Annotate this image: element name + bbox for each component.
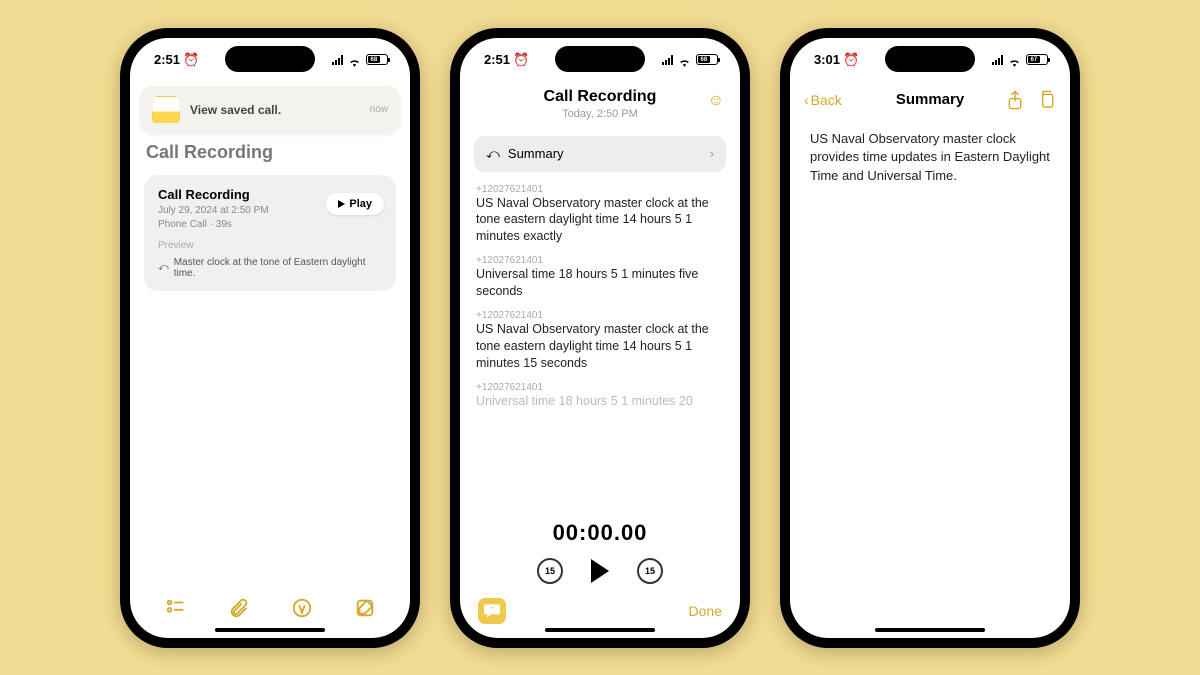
phone-summary: 3:01 ⏰ 67 ‹ Back Summary US Naval Observ… — [780, 28, 1080, 648]
transcript-entry: +12027621401 US Naval Observatory master… — [476, 310, 724, 372]
notification-title: View saved call. — [190, 103, 281, 117]
quote-button[interactable]: " — [478, 598, 506, 624]
signal-icon — [332, 55, 343, 65]
transcript-text: Universal time 18 hours 5 1 minutes 20 — [476, 393, 724, 410]
transcript-list[interactable]: +12027621401 US Naval Observatory master… — [460, 178, 740, 512]
play-icon — [338, 200, 345, 208]
playback-time: 00:00.00 — [460, 520, 740, 546]
summary-body: US Naval Observatory master clock provid… — [790, 116, 1070, 201]
dynamic-island — [555, 46, 645, 72]
notification-time: now — [370, 104, 388, 115]
transcript-text: US Naval Observatory master clock at the… — [476, 321, 724, 372]
recording-title: Call Recording — [476, 88, 724, 106]
wifi-icon — [348, 55, 361, 65]
battery-icon: 68 — [696, 54, 718, 65]
battery-icon: 68 — [366, 54, 388, 65]
transcript-text: US Naval Observatory master clock at the… — [476, 195, 724, 246]
recording-card[interactable]: Call Recording July 29, 2024 at 2:50 PM … — [144, 175, 396, 291]
status-time: 2:51 — [484, 52, 510, 67]
markup-icon[interactable] — [291, 597, 313, 619]
play-button[interactable] — [591, 559, 609, 583]
caller-number: +12027621401 — [476, 382, 724, 393]
skip-back-button[interactable]: 15 — [537, 558, 563, 584]
transcript-text: Universal time 18 hours 5 1 minutes five… — [476, 266, 724, 300]
transcript-entry: +12027621401 Universal time 18 hours 5 1… — [476, 382, 724, 410]
chevron-left-icon: ‹ — [804, 92, 809, 108]
status-time: 2:51 — [154, 52, 180, 67]
summary-row[interactable]: ⤺ Summary › — [474, 136, 726, 172]
back-button[interactable]: ‹ Back — [804, 92, 842, 108]
alarm-icon: ⏰ — [843, 52, 859, 68]
summary-icon: ⤺ — [486, 146, 500, 162]
chevron-right-icon: › — [710, 146, 714, 161]
compose-icon[interactable] — [354, 597, 376, 619]
dynamic-island — [225, 46, 315, 72]
dynamic-island — [885, 46, 975, 72]
card-subtitle: Phone Call · 39s — [158, 219, 382, 230]
battery-icon: 67 — [1026, 54, 1048, 65]
caller-number: +12027621401 — [476, 255, 724, 266]
copy-icon[interactable] — [1038, 90, 1056, 110]
attachment-icon[interactable] — [228, 597, 250, 619]
home-indicator[interactable] — [875, 628, 985, 632]
play-label: Play — [349, 198, 372, 210]
notification-banner[interactable]: View saved call. now — [140, 86, 400, 134]
notes-app-icon — [152, 96, 180, 124]
recording-header: Call Recording Today, 2:50 PM ☺ — [460, 82, 740, 130]
preview-label: Preview — [158, 240, 382, 251]
preview-text: Master clock at the tone of Eastern dayl… — [174, 257, 382, 279]
status-time: 3:01 — [814, 52, 840, 67]
recording-subtitle: Today, 2:50 PM — [476, 108, 724, 120]
phone-transcript: 2:51 ⏰ 68 Call Recording Today, 2:50 PM … — [450, 28, 750, 648]
transcript-entry: +12027621401 US Naval Observatory master… — [476, 184, 724, 246]
preview-row: ⤺ Master clock at the tone of Eastern da… — [158, 257, 382, 279]
signal-icon — [992, 55, 1003, 65]
home-indicator[interactable] — [545, 628, 655, 632]
back-label: Back — [811, 92, 842, 108]
share-icon[interactable] — [1006, 90, 1024, 110]
nav-bar: ‹ Back Summary — [790, 82, 1070, 116]
phone-notes-list: 2:51 ⏰ 68 View saved call. now Call Reco… — [120, 28, 420, 648]
transcript-icon: ⤺ — [158, 262, 169, 273]
caller-number: +12027621401 — [476, 184, 724, 195]
alarm-icon: ⏰ — [513, 52, 529, 68]
alarm-icon: ⏰ — [183, 52, 199, 68]
caller-number: +12027621401 — [476, 310, 724, 321]
page-title: Call Recording — [130, 142, 410, 171]
play-button[interactable]: Play — [326, 193, 384, 215]
summary-label: Summary — [508, 146, 564, 161]
wifi-icon — [1008, 55, 1021, 65]
transcript-entry: +12027621401 Universal time 18 hours 5 1… — [476, 255, 724, 300]
emoji-button[interactable]: ☺ — [708, 92, 724, 110]
home-indicator[interactable] — [215, 628, 325, 632]
done-button[interactable]: Done — [689, 603, 722, 619]
audio-player: 00:00.00 15 15 — [460, 512, 740, 594]
signal-icon — [662, 55, 673, 65]
page-title: Summary — [896, 91, 964, 108]
checklist-icon[interactable] — [165, 597, 187, 619]
skip-forward-button[interactable]: 15 — [637, 558, 663, 584]
wifi-icon — [678, 55, 691, 65]
